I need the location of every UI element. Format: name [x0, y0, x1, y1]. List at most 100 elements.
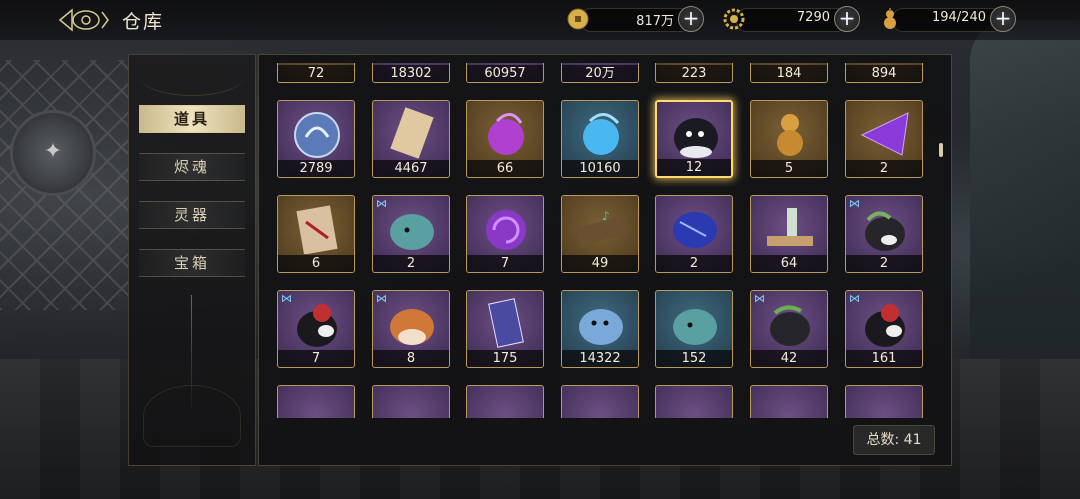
- back-button[interactable]: [58, 6, 110, 34]
- inventory-slot[interactable]: ⋈ 2: [372, 195, 450, 273]
- inventory-slot[interactable]: 64: [750, 195, 828, 273]
- item-count: 49: [562, 255, 638, 272]
- blue-flower-icon: [572, 63, 630, 64]
- inventory-slot[interactable]: ⋈ 161: [845, 290, 923, 368]
- inventory-slot-partial[interactable]: [466, 385, 544, 418]
- item-count: 175: [467, 350, 543, 367]
- background-emblem: ✦: [10, 110, 96, 196]
- item-count: 14322: [562, 350, 638, 367]
- blue-crystal-ore-icon: [673, 212, 717, 248]
- purple-vortex-icon: [486, 210, 526, 250]
- item-count: 2: [373, 255, 449, 272]
- token-value: 7290: [796, 10, 830, 25]
- tab-ember-souls[interactable]: 烬魂: [139, 153, 245, 181]
- leaf-spirit-icon: [865, 211, 905, 251]
- inventory-slot[interactable]: 2: [845, 100, 923, 178]
- item-count: 7: [467, 255, 543, 272]
- inventory-slot[interactable]: 152: [655, 290, 733, 368]
- inventory-slot[interactable]: 20万: [561, 63, 639, 83]
- inventory-slot-partial[interactable]: [750, 385, 828, 418]
- add-stamina-button[interactable]: +: [990, 6, 1016, 32]
- inventory-slot[interactable]: 223: [655, 63, 733, 83]
- dark-leaf-spirit-icon: [770, 305, 810, 346]
- blue-flame-orb-icon: [583, 113, 620, 155]
- inventory-slot[interactable]: 4467: [372, 100, 450, 178]
- lotus-ornament-bottom: [143, 385, 241, 447]
- teal-spirit-icon: [673, 309, 717, 345]
- inventory-slot[interactable]: 175: [466, 290, 544, 368]
- butterfly-badge-icon: ⋈: [849, 197, 860, 210]
- background-statue: [970, 20, 1080, 380]
- inventory-slot[interactable]: ⋈ 2: [845, 195, 923, 273]
- inventory-slot-partial[interactable]: [845, 385, 923, 418]
- resource-coins: 817万 +: [566, 6, 704, 32]
- item-count: 6: [278, 255, 354, 272]
- inventory-slot[interactable]: 14322: [561, 290, 639, 368]
- red-masked-spirit-icon: [865, 304, 905, 347]
- item-count: 184: [751, 65, 827, 82]
- tab-spirit-artifacts[interactable]: 灵器: [139, 201, 245, 229]
- inventory-slot[interactable]: ♪ 49: [561, 195, 639, 273]
- coin-value: 817万: [636, 14, 674, 29]
- purple-flame-orb-icon: [488, 113, 524, 155]
- inventory-slot[interactable]: 72: [277, 63, 355, 83]
- page-title: 仓库: [122, 11, 165, 33]
- inventory-slot[interactable]: ⋈ 8: [372, 290, 450, 368]
- inventory-slot-partial[interactable]: [277, 385, 355, 418]
- inventory-slot[interactable]: 184: [750, 63, 828, 83]
- svg-text:♪: ♪: [602, 209, 610, 223]
- jade-cluster-icon: [666, 63, 724, 64]
- item-count: 66: [467, 160, 543, 177]
- spirit-fox-medal-icon: [294, 112, 340, 158]
- inventory-slot[interactable]: ⋈ 7: [277, 290, 355, 368]
- butterfly-badge-icon: ⋈: [754, 292, 765, 305]
- silver-shell-icon: [383, 63, 441, 64]
- item-count: 2: [656, 255, 732, 272]
- add-tokens-button[interactable]: +: [834, 6, 860, 32]
- inventory-slot[interactable]: 2789: [277, 100, 355, 178]
- inventory-slot-partial[interactable]: [561, 385, 639, 418]
- inventory-slot[interactable]: 66: [466, 100, 544, 178]
- inventory-slot-partial[interactable]: [372, 385, 450, 418]
- item-count: 42: [751, 350, 827, 367]
- item-count: 2789: [278, 160, 354, 177]
- music-qin-icon: ♪: [576, 209, 626, 246]
- gourd-icon: [884, 8, 896, 29]
- inventory-slot-partial[interactable]: [655, 385, 733, 418]
- inventory-slot[interactable]: 60957: [466, 63, 544, 83]
- add-coins-button[interactable]: +: [678, 6, 704, 32]
- inventory-slot[interactable]: 18302: [372, 63, 450, 83]
- red-talisman-icon: [296, 205, 338, 254]
- inventory-slot[interactable]: 7: [466, 195, 544, 273]
- inventory-slot[interactable]: 5: [750, 100, 828, 178]
- item-count: 2: [846, 160, 922, 177]
- total-count: 总数: 41: [853, 425, 935, 455]
- inventory-slot[interactable]: 6: [277, 195, 355, 273]
- inventory-slot[interactable]: 894: [845, 63, 923, 83]
- red-masked-spirit-icon: [297, 304, 337, 347]
- inventory-slot[interactable]: ⋈ 42: [750, 290, 828, 368]
- back-emblem-icon: [58, 8, 109, 32]
- lotus-ornament-top: [139, 55, 245, 96]
- golden-feather-icon: [761, 63, 819, 64]
- inventory-slot[interactable]: 2: [655, 195, 733, 273]
- tab-treasure-chests[interactable]: 宝箱: [139, 249, 245, 277]
- gear-token-icon: [723, 8, 745, 30]
- teal-spirit-icon: [390, 214, 434, 250]
- inventory-grid[interactable]: 72 18302 60957 20万 223 184 894 2789 4467 66 10160 1…: [267, 63, 937, 418]
- inventory-slot[interactable]: 12: [655, 100, 733, 178]
- golden-gourd-icon: [777, 114, 803, 156]
- tab-items[interactable]: 道具: [139, 105, 245, 133]
- paper-scroll-icon: [390, 107, 434, 159]
- item-count: 20万: [562, 65, 638, 82]
- butterfly-badge-icon: ⋈: [849, 292, 860, 305]
- inventory-slot[interactable]: 10160: [561, 100, 639, 178]
- butterfly-badge-icon: ⋈: [376, 197, 387, 210]
- item-count: 2: [846, 255, 922, 272]
- item-count: 894: [846, 65, 922, 82]
- butterfly-badge-icon: ⋈: [281, 292, 292, 305]
- coin-icon: [567, 8, 589, 30]
- scrollbar-thumb[interactable]: [939, 143, 943, 157]
- purple-crystal-icon: [860, 112, 909, 156]
- orange-spirit-icon: [390, 309, 434, 345]
